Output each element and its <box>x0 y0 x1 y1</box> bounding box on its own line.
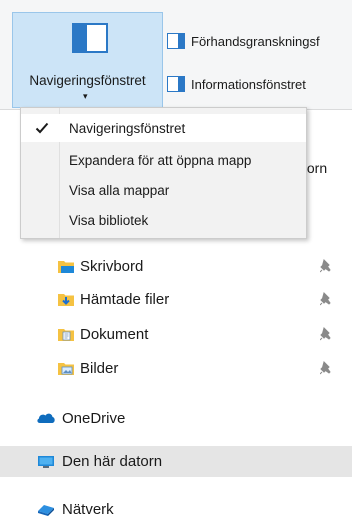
pin-icon[interactable] <box>320 361 332 375</box>
tree-item-downloads[interactable]: Hämtade filer <box>58 284 352 314</box>
pin-icon[interactable] <box>320 292 332 306</box>
tree-item-label: Bilder <box>80 359 119 377</box>
preview-pane-icon <box>167 33 185 49</box>
checkmark-icon <box>35 122 49 134</box>
tree-item-documents[interactable]: Dokument <box>58 319 352 349</box>
computer-icon <box>38 455 54 468</box>
desktop-folder-icon <box>58 261 74 273</box>
navigation-pane-label: Navigeringsfönstret <box>29 73 146 88</box>
ribbon: Navigeringsfönstret ▾ Förhandsgranskning… <box>0 0 352 110</box>
tree-item-this-pc[interactable]: Den här datorn <box>0 446 352 477</box>
tree-item-pictures[interactable]: Bilder <box>58 353 352 383</box>
menu-item-label: Visa alla mappar <box>69 182 170 198</box>
navigation-pane-button[interactable]: Navigeringsfönstret ▾ <box>12 12 163 108</box>
tree-item-label: OneDrive <box>62 409 126 427</box>
tree-item-label: Den här datorn <box>62 453 163 470</box>
details-pane-button[interactable]: Informationsfönstret <box>167 73 352 95</box>
details-pane-label: Informationsfönstret <box>191 76 306 92</box>
tree-item-desktop[interactable]: Skrivbord <box>58 251 352 281</box>
downloads-folder-icon <box>58 294 74 306</box>
menu-item-navigation-pane[interactable]: Navigeringsfönstret <box>21 114 306 142</box>
menu-item-label: Expandera för att öppna mapp <box>69 152 252 168</box>
chevron-down-icon: ▾ <box>83 91 88 101</box>
menu-item-label: Visa bibliotek <box>69 212 149 228</box>
menu-item-label: Navigeringsfönstret <box>69 120 186 136</box>
documents-folder-icon <box>58 329 74 341</box>
preview-pane-button[interactable]: Förhandsgranskningsf <box>167 30 352 52</box>
pin-icon[interactable] <box>320 327 332 341</box>
tree-item-network[interactable]: Nätverk <box>36 494 352 524</box>
menu-item-show-libraries[interactable]: Visa bibliotek <box>21 206 306 234</box>
pictures-folder-icon <box>58 363 74 375</box>
tree-item-label: Dokument <box>80 325 149 343</box>
pin-icon[interactable] <box>320 259 332 273</box>
menu-item-expand-to-open-folder[interactable]: Expandera för att öppna mapp <box>21 146 306 174</box>
navigation-pane-menu: Navigeringsfönstret Expandera för att öp… <box>20 107 307 239</box>
menu-item-show-all-folders[interactable]: Visa alla mappar <box>21 176 306 204</box>
onedrive-cloud-icon <box>37 413 55 423</box>
tree-item-onedrive[interactable]: OneDrive <box>36 403 352 433</box>
tree-item-label: Hämtade filer <box>80 290 170 308</box>
network-icon <box>38 505 54 516</box>
navigation-pane-icon <box>72 23 108 53</box>
tree-item-label: Nätverk <box>62 500 114 518</box>
preview-pane-label: Förhandsgranskningsf <box>191 33 320 49</box>
tree-item-label: Skrivbord <box>80 257 144 275</box>
details-pane-icon <box>167 76 185 92</box>
